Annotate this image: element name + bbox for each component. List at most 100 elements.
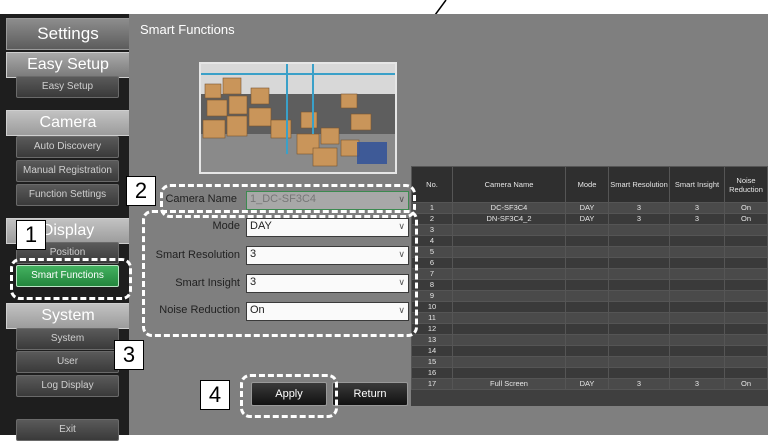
- cell-smart-resolution: [608, 235, 670, 247]
- table-row[interactable]: 10: [411, 301, 768, 313]
- cell-smart-insight: [669, 301, 725, 313]
- cell-camera-name: [452, 290, 566, 302]
- cell-camera-name: [452, 235, 566, 247]
- cell-smart-insight: [669, 323, 725, 335]
- sidebar-item-user[interactable]: User: [16, 351, 119, 373]
- cell-camera-name: [452, 356, 566, 368]
- table-row[interactable]: 12: [411, 323, 768, 335]
- cell-mode: DAY: [565, 202, 609, 214]
- table-row[interactable]: 13: [411, 334, 768, 346]
- cell-mode: [565, 356, 609, 368]
- return-button[interactable]: Return: [332, 382, 408, 406]
- table-row[interactable]: 8: [411, 279, 768, 291]
- col-header-mode: Mode: [565, 166, 609, 203]
- cell-smart-resolution: 3: [608, 213, 670, 225]
- cell-mode: [565, 301, 609, 313]
- cell-camera-name: [452, 323, 566, 335]
- cell-noise-reduction: [724, 323, 768, 335]
- cell-mode: DAY: [565, 378, 609, 390]
- cell-camera-name: [452, 279, 566, 291]
- sidebar-section-easy-setup: Easy Setup: [6, 52, 130, 78]
- cell-smart-insight: [669, 257, 725, 269]
- sidebar-item-easy-setup[interactable]: Easy Setup: [16, 76, 119, 98]
- cell-noise-reduction: [724, 367, 768, 379]
- col-header-smart-resolution: Smart Resolution: [608, 166, 670, 203]
- cell-camera-name: [452, 257, 566, 269]
- col-header-noise-reduction: Noise Reduction: [724, 166, 768, 203]
- sidebar-item-function-settings[interactable]: Function Settings: [16, 184, 119, 206]
- callout-3: 3: [114, 340, 144, 370]
- cell-smart-insight: [669, 279, 725, 291]
- cell-smart-resolution: [608, 301, 670, 313]
- cell-mode: [565, 345, 609, 357]
- cell-smart-resolution: [608, 312, 670, 324]
- cell-camera-name: [452, 367, 566, 379]
- cell-noise-reduction: [724, 334, 768, 346]
- table-row[interactable]: 4: [411, 235, 768, 247]
- table-row[interactable]: 11: [411, 312, 768, 324]
- cell-camera-name: DC-SF3C4: [452, 202, 566, 214]
- cell-camera-name: [452, 334, 566, 346]
- cell-camera-name: [452, 224, 566, 236]
- cell-noise-reduction: [724, 235, 768, 247]
- cell-camera-name: [452, 246, 566, 258]
- cell-camera-name: Full Screen: [452, 378, 566, 390]
- cell-mode: [565, 323, 609, 335]
- table-row[interactable]: 9: [411, 290, 768, 302]
- col-header-no: No.: [411, 166, 453, 203]
- table-row[interactable]: 7: [411, 268, 768, 280]
- table-row[interactable]: 17 Full Screen DAY 3 3 On: [411, 378, 768, 390]
- table-row[interactable]: 15: [411, 356, 768, 368]
- callout-1: 1: [16, 220, 46, 250]
- cell-smart-resolution: [608, 257, 670, 269]
- sidebar-item-auto-discovery[interactable]: Auto Discovery: [16, 136, 119, 158]
- col-header-camera-name: Camera Name: [452, 166, 566, 203]
- cell-smart-insight: [669, 290, 725, 302]
- cell-noise-reduction: [724, 290, 768, 302]
- table-header-row: No. Camera Name Mode Smart Resolution Sm…: [411, 166, 768, 203]
- cell-mode: [565, 367, 609, 379]
- cell-no: 15: [411, 356, 453, 368]
- highlight-apply-button: [240, 374, 338, 418]
- cell-camera-name: [452, 301, 566, 313]
- callout-4: 4: [200, 380, 230, 410]
- cell-smart-insight: [669, 235, 725, 247]
- table-row[interactable]: 14: [411, 345, 768, 357]
- highlight-smart-functions: [10, 258, 132, 300]
- cell-smart-resolution: [608, 323, 670, 335]
- sidebar-title: Settings: [6, 18, 130, 50]
- cell-no: 1: [411, 202, 453, 214]
- table-row[interactable]: 16: [411, 367, 768, 379]
- table-row[interactable]: 5: [411, 246, 768, 258]
- table-row[interactable]: 1 DC-SF3C4 DAY 3 3 On: [411, 202, 768, 214]
- table-row[interactable]: 6: [411, 257, 768, 269]
- cell-no: 14: [411, 345, 453, 357]
- cell-noise-reduction: On: [724, 378, 768, 390]
- cell-mode: [565, 246, 609, 258]
- cell-smart-insight: [669, 367, 725, 379]
- cell-smart-resolution: 3: [608, 202, 670, 214]
- cell-noise-reduction: [724, 301, 768, 313]
- cell-no: 17: [411, 378, 453, 390]
- table-row[interactable]: 2 DN-SF3C4_2 DAY 3 3 On: [411, 213, 768, 225]
- cell-mode: DAY: [565, 213, 609, 225]
- cell-camera-name: [452, 345, 566, 357]
- cell-smart-insight: [669, 334, 725, 346]
- cell-smart-resolution: [608, 246, 670, 258]
- sidebar-item-system[interactable]: System: [16, 328, 119, 350]
- page-title: Smart Functions: [140, 22, 235, 37]
- smart-functions-table: No. Camera Name Mode Smart Resolution Sm…: [411, 166, 768, 406]
- sidebar-item-log-display[interactable]: Log Display: [16, 375, 119, 397]
- table-row[interactable]: 3: [411, 224, 768, 236]
- cell-noise-reduction: [724, 312, 768, 324]
- exit-button[interactable]: Exit: [16, 419, 119, 441]
- sidebar-item-manual-registration[interactable]: Manual Registration: [16, 160, 119, 182]
- cell-smart-insight: [669, 345, 725, 357]
- cell-smart-resolution: [608, 290, 670, 302]
- cell-noise-reduction: [724, 345, 768, 357]
- cell-smart-insight: 3: [669, 202, 725, 214]
- cell-noise-reduction: [724, 224, 768, 236]
- cell-camera-name: DN-SF3C4_2: [452, 213, 566, 225]
- cell-noise-reduction: [724, 279, 768, 291]
- callout-2: 2: [126, 176, 156, 206]
